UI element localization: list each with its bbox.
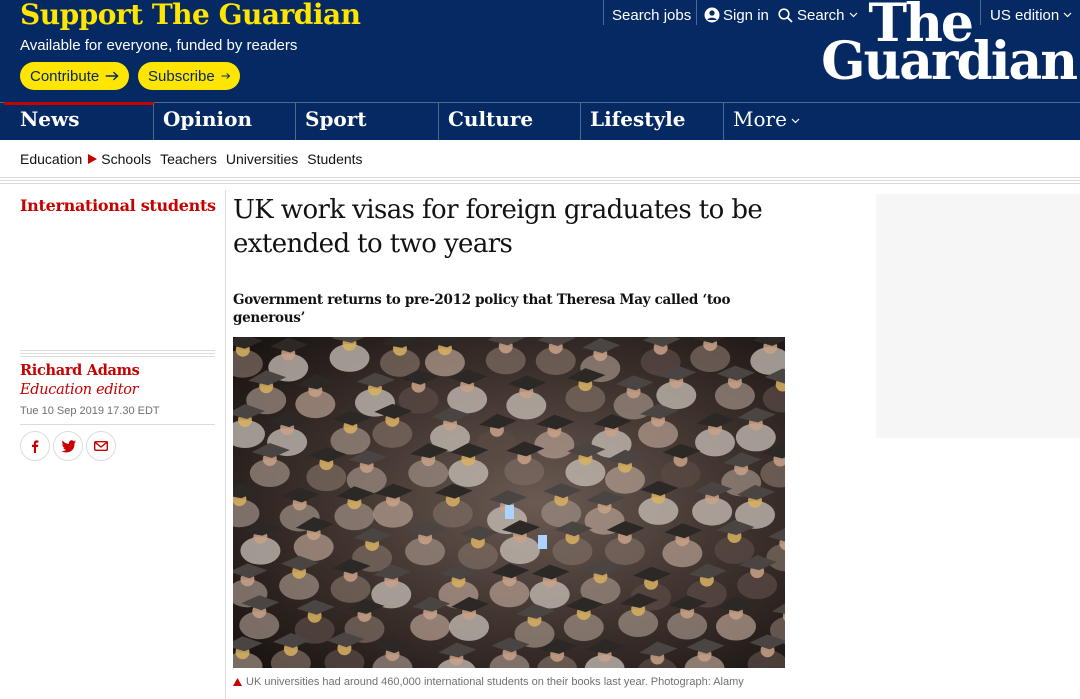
sign-in-label: Sign in [723, 6, 769, 24]
nav-separator [603, 0, 604, 25]
chevron-down-icon [791, 118, 800, 124]
subnav-education[interactable]: Education [20, 151, 82, 167]
guardian-logo[interactable]: The Guardian [810, 0, 1078, 98]
pillar-news[interactable]: News [4, 102, 154, 140]
pillar-lifestyle[interactable]: Lifestyle [580, 103, 723, 140]
graduation-photo [233, 337, 785, 668]
search-jobs-link[interactable]: Search jobs [612, 5, 691, 25]
pillar-sport[interactable]: Sport [295, 103, 438, 140]
article-headline: UK work visas for foreign graduates to b… [233, 195, 763, 259]
arrow-right-icon [105, 71, 119, 81]
share-twitter-button[interactable] [53, 431, 83, 461]
share-facebook-button[interactable] [20, 431, 50, 461]
twitter-icon [60, 439, 76, 452]
arrow-right-icon [221, 73, 230, 79]
series-kicker[interactable]: International students [20, 196, 216, 215]
email-icon [94, 441, 108, 451]
pillar-culture[interactable]: Culture [438, 103, 580, 140]
contribute-button[interactable]: Contribute [20, 62, 129, 90]
section-rules [0, 177, 1080, 186]
support-title: Support The Guardian [20, 0, 361, 31]
author-name[interactable]: Richard Adams [20, 362, 140, 379]
dateline: Tue 10 Sep 2019 17.30 EDT [20, 405, 160, 417]
byline: Richard Adams Education editor [20, 361, 215, 400]
subscribe-button[interactable]: Subscribe [138, 62, 240, 90]
logo-line-2: Guardian [821, 31, 1078, 92]
subnav-schools[interactable]: Schools [101, 151, 151, 167]
triangle-up-icon [233, 678, 242, 686]
sign-in-link[interactable]: Sign in [704, 5, 769, 25]
nav-separator [696, 0, 697, 25]
advertisement-slot [876, 194, 1080, 438]
contribute-label: Contribute [30, 67, 100, 85]
share-email-button[interactable] [86, 431, 116, 461]
meta-rules [20, 350, 215, 359]
meta-divider [20, 424, 215, 425]
pillar-more[interactable]: More [723, 103, 873, 140]
user-icon [704, 7, 720, 23]
column-divider [225, 190, 226, 699]
facebook-icon [32, 440, 39, 453]
pillar-more-label: More [733, 107, 787, 131]
pillar-opinion[interactable]: Opinion [153, 103, 295, 140]
pillar-nav: News Opinion Sport Culture Lifestyle Mor… [0, 102, 1080, 140]
hero-image[interactable] [233, 337, 785, 668]
article-standfirst: Government returns to pre-2012 policy th… [233, 292, 731, 326]
caption-text: UK universities had around 460,000 inter… [246, 676, 744, 688]
site-header: Support The Guardian Available for every… [0, 0, 1080, 140]
subscribe-label: Subscribe [148, 67, 215, 85]
support-subtitle: Available for everyone, funded by reader… [20, 37, 298, 54]
triangle-right-icon [88, 154, 98, 164]
image-caption: UK universities had around 460,000 inter… [233, 676, 744, 688]
subnav-universities[interactable]: Universities [226, 151, 298, 167]
subnav-teachers[interactable]: Teachers [160, 151, 217, 167]
search-icon [778, 7, 793, 23]
author-role: Education editor [20, 382, 139, 398]
subnav-students[interactable]: Students [307, 151, 362, 167]
section-subnav: Education Schools Teachers Universities … [0, 140, 1080, 178]
